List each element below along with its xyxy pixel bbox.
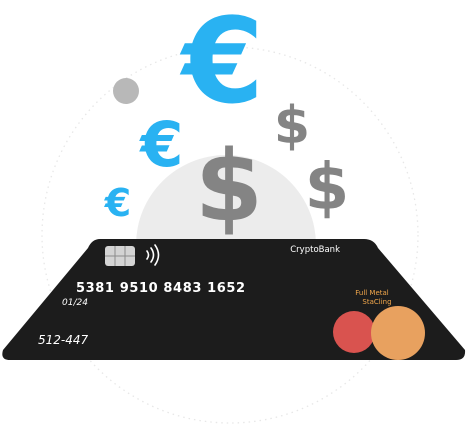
- gray-dot: [113, 78, 139, 104]
- card-tagline-line1: Full Metal: [355, 289, 389, 297]
- dollar-symbol-medium: $: [305, 151, 350, 225]
- card-code: 512-447: [38, 333, 89, 347]
- credit-card: CryptoBank 5381 9510 8483 1652 01/24 512…: [2, 239, 466, 360]
- card-expiry: 01/24: [62, 298, 88, 308]
- dollar-symbol-large: $: [195, 130, 263, 244]
- euro-symbol-small: €: [104, 181, 131, 225]
- card-tagline-line2: StaCling: [362, 298, 391, 306]
- card-brand: CryptoBank: [290, 245, 340, 255]
- euro-symbol-large: €: [179, 0, 264, 130]
- card-number: 5381 9510 8483 1652: [76, 281, 246, 296]
- payment-illustration: € € € $ $ $ CryptoBank 5381 9510 8483 16…: [2, 0, 466, 424]
- euro-symbol-medium: €: [138, 108, 183, 181]
- chip-icon: [105, 246, 135, 266]
- dollar-symbol-small: $: [274, 96, 310, 156]
